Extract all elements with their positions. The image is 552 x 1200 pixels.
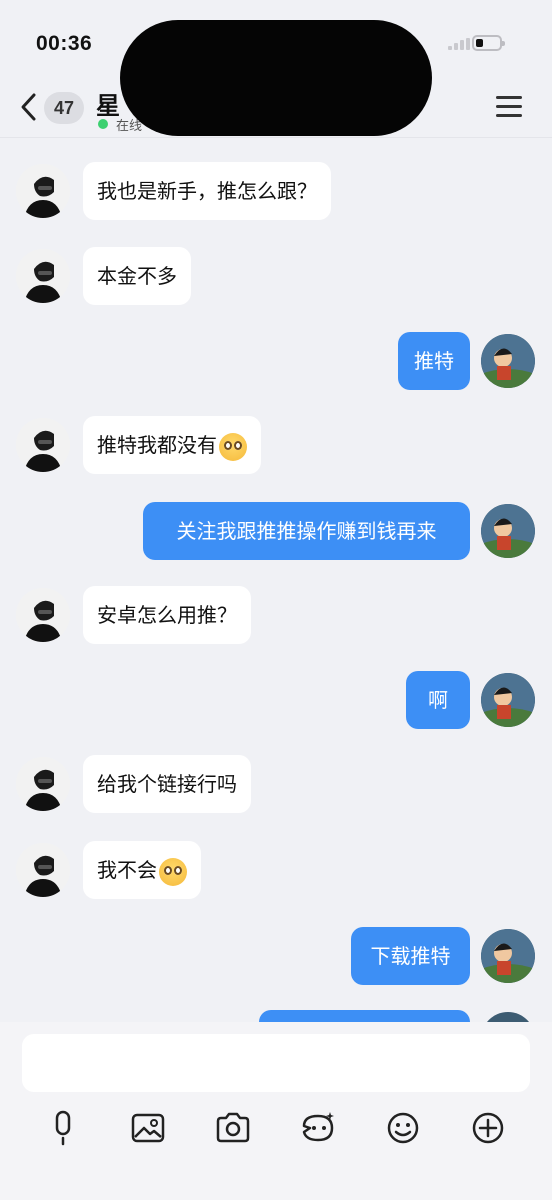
message-text: 推特我都没有: [97, 433, 217, 457]
camera-icon[interactable]: [211, 1106, 255, 1150]
menu-icon[interactable]: [496, 96, 522, 118]
peer-avatar[interactable]: [16, 418, 70, 472]
peer-message-bubble[interactable]: 我不会: [83, 841, 201, 899]
message-row: 安卓怎么用推？: [0, 586, 552, 646]
peer-avatar[interactable]: [16, 588, 70, 642]
peer-avatar[interactable]: [16, 249, 70, 303]
flushed-sweat-emoji-icon: [159, 857, 187, 886]
message-row: 本金不多: [0, 247, 552, 307]
peer-message-bubble[interactable]: 推特我都没有: [83, 416, 261, 474]
peer-avatar[interactable]: [16, 164, 70, 218]
online-status-dot: [98, 119, 108, 129]
battery-level: [476, 39, 483, 47]
peer-avatar[interactable]: [16, 757, 70, 811]
peer-message-bubble[interactable]: 本金不多: [83, 247, 191, 305]
peer-message-bubble[interactable]: 给我个链接行吗: [83, 755, 251, 813]
message-row: 我不会: [0, 841, 552, 901]
pleading-face-emoji-icon: [219, 432, 247, 461]
peer-message-bubble[interactable]: 我也是新手，推怎么跟？: [83, 162, 331, 220]
unread-count-badge[interactable]: 47: [44, 92, 84, 124]
signal-icon: [448, 38, 470, 50]
message-row: 推特: [0, 332, 552, 392]
back-chevron-icon[interactable]: [18, 92, 40, 122]
plus-icon[interactable]: [466, 1106, 510, 1150]
message-input[interactable]: [22, 1034, 530, 1092]
self-avatar[interactable]: [481, 334, 535, 388]
image-icon[interactable]: [126, 1106, 170, 1150]
battery-icon: [472, 35, 505, 51]
sticker-icon[interactable]: [296, 1106, 340, 1150]
self-message-bubble[interactable]: 下载推特: [351, 927, 470, 985]
peer-message-bubble[interactable]: 安卓怎么用推？: [83, 586, 251, 644]
self-avatar[interactable]: [481, 504, 535, 558]
message-row: 啊: [0, 671, 552, 731]
message-row: 下载推特: [0, 927, 552, 987]
dynamic-island: [120, 20, 432, 136]
peer-avatar[interactable]: [16, 843, 70, 897]
input-area: [0, 1022, 552, 1200]
self-message-bubble[interactable]: 啊: [406, 671, 470, 729]
chat-screen: 00:36 47 星 在线 我也是新手，推怎么跟？ 本金不多 推特 推特我都没有…: [0, 0, 552, 1200]
message-row: 推特我都没有: [0, 416, 552, 476]
message-row: 我也是新手，推怎么跟？: [0, 162, 552, 222]
message-text: 我不会: [97, 858, 157, 882]
self-avatar[interactable]: [481, 673, 535, 727]
message-row: 关注我跟推推操作赚到钱再来: [0, 502, 552, 562]
microphone-icon[interactable]: [41, 1106, 85, 1150]
message-row: 给我个链接行吗: [0, 755, 552, 815]
self-avatar[interactable]: [481, 929, 535, 983]
status-time: 00:36: [36, 32, 93, 55]
emoji-icon[interactable]: [381, 1106, 425, 1150]
self-message-bubble[interactable]: 关注我跟推推操作赚到钱再来: [143, 502, 470, 560]
self-message-bubble[interactable]: 推特: [398, 332, 470, 390]
